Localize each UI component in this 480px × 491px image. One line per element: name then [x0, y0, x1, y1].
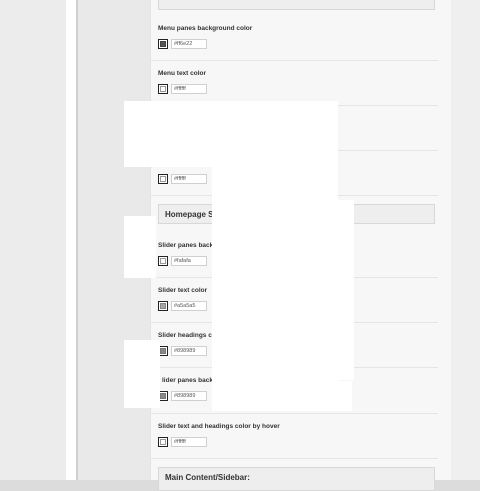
- white-overlay: [124, 101, 212, 167]
- color-hex-input[interactable]: [171, 301, 207, 311]
- color-hex-input[interactable]: [171, 391, 207, 401]
- left-sidebar-edge: [66, 0, 76, 480]
- white-overlay: [212, 381, 352, 411]
- white-overlay: [124, 216, 156, 278]
- color-swatch-button[interactable]: [158, 39, 168, 49]
- color-swatch-button[interactable]: [158, 84, 168, 94]
- field-label: Slider text and headings color by hover: [158, 423, 280, 430]
- color-swatch-button[interactable]: [158, 301, 168, 311]
- swatch-color: [160, 348, 166, 354]
- white-overlay: [124, 340, 160, 408]
- white-overlay: [212, 101, 338, 381]
- swatch-color: [160, 86, 166, 92]
- field-label: Menu panes background color: [158, 25, 253, 32]
- color-hex-input[interactable]: [171, 84, 207, 94]
- section-header-main-content: Main Content/Sidebar:: [158, 467, 435, 491]
- field-menu-panes-background-color: Menu panes background color: [158, 24, 438, 50]
- swatch-color: [160, 439, 166, 445]
- white-overlay: [338, 200, 354, 380]
- swatch-color: [160, 393, 166, 399]
- swatch-color: [160, 303, 166, 309]
- swatch-color: [160, 258, 166, 264]
- color-hex-input[interactable]: [171, 39, 207, 49]
- color-swatch-button[interactable]: [158, 256, 168, 266]
- right-gutter: [451, 0, 480, 480]
- color-hex-input[interactable]: [171, 174, 207, 184]
- field-slider-text-headings-hover: Slider text and headings color by hover: [158, 422, 438, 448]
- divider: [150, 458, 438, 459]
- color-swatch-button[interactable]: [158, 174, 168, 184]
- field-label: Menu text color: [158, 70, 207, 77]
- section-header-top: [158, 0, 435, 10]
- color-swatch-button[interactable]: [158, 437, 168, 447]
- divider: [150, 413, 438, 414]
- swatch-color: [160, 176, 166, 182]
- color-hex-input[interactable]: [171, 256, 207, 266]
- divider: [150, 60, 438, 61]
- field-menu-text-color: Menu text color: [158, 69, 438, 95]
- color-hex-input[interactable]: [171, 346, 207, 356]
- color-hex-input[interactable]: [171, 437, 207, 447]
- left-sidebar-background: [0, 0, 66, 480]
- swatch-color: [160, 41, 166, 47]
